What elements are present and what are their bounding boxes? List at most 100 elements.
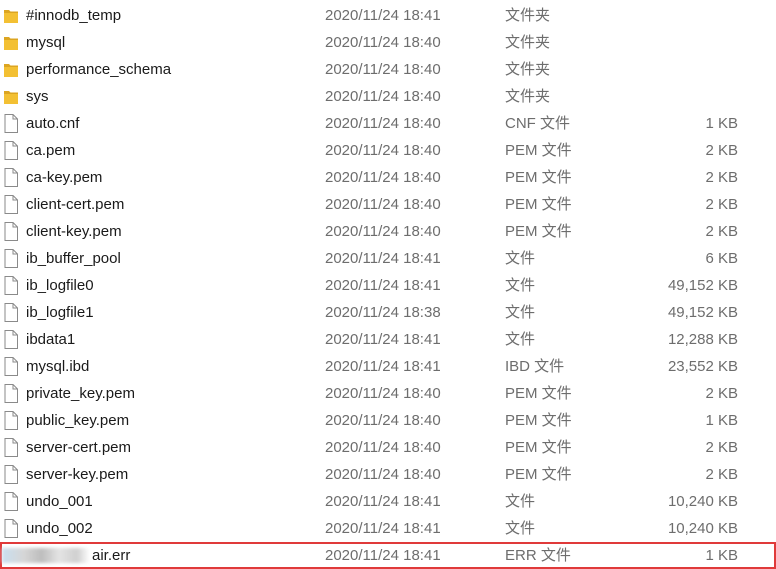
file-type: IBD 文件 (505, 358, 565, 375)
file-row[interactable]: ca.pem 2020/11/24 18:40 PEM 文件 2 KB (0, 137, 776, 164)
file-name: ib_buffer_pool (26, 250, 121, 267)
file-row[interactable]: private_key.pem 2020/11/24 18:40 PEM 文件 … (0, 380, 776, 407)
file-row[interactable]: mysql.ibd 2020/11/24 18:41 IBD 文件 23,552… (0, 353, 776, 380)
file-icon (4, 411, 18, 430)
folder-icon (4, 87, 18, 106)
file-size: 1 KB (705, 412, 738, 429)
file-row[interactable]: ib_logfile1 2020/11/24 18:38 文件 49,152 K… (0, 299, 776, 326)
file-date: 2020/11/24 18:38 (325, 304, 441, 321)
file-name: mysql.ibd (26, 358, 90, 375)
file-size: 6 KB (705, 250, 738, 267)
file-type: CNF 文件 (505, 115, 570, 132)
file-icon (4, 357, 18, 376)
file-row[interactable]: ibdata1 2020/11/24 18:41 文件 12,288 KB (0, 326, 776, 353)
file-size: 2 KB (705, 439, 738, 456)
file-name: server-cert.pem (26, 439, 132, 456)
file-row[interactable]: sys 2020/11/24 18:40 文件夹 (0, 83, 776, 110)
file-date: 2020/11/24 18:41 (325, 277, 441, 294)
file-date: 2020/11/24 18:41 (325, 493, 441, 510)
file-row[interactable]: auto.cnf 2020/11/24 18:40 CNF 文件 1 KB (0, 110, 776, 137)
file-size: 2 KB (705, 223, 738, 240)
file-type: PEM 文件 (505, 169, 572, 186)
file-date: 2020/11/24 18:40 (325, 88, 441, 105)
file-name: public_key.pem (26, 412, 130, 429)
file-name: client-cert.pem (26, 196, 125, 213)
file-date: 2020/11/24 18:41 (325, 7, 441, 24)
file-icon (4, 222, 18, 241)
file-icon (4, 465, 18, 484)
blurred-file-icon (2, 548, 90, 563)
file-date: 2020/11/24 18:40 (325, 466, 441, 483)
file-icon (4, 276, 18, 295)
file-size: 12,288 KB (667, 331, 738, 348)
file-name: mysql (26, 34, 66, 51)
file-size: 49,152 KB (667, 277, 738, 294)
file-type: PEM 文件 (505, 223, 572, 240)
file-size: 2 KB (705, 142, 738, 159)
file-type: 文件夹 (505, 61, 551, 78)
file-size: 10,240 KB (667, 493, 738, 510)
file-type: 文件夹 (505, 88, 551, 105)
file-size: 2 KB (705, 466, 738, 483)
file-type: 文件 (505, 304, 536, 321)
file-row[interactable]: undo_002 2020/11/24 18:41 文件 10,240 KB (0, 515, 776, 542)
file-row[interactable]: ib_logfile0 2020/11/24 18:41 文件 49,152 K… (0, 272, 776, 299)
file-row[interactable]: mysql 2020/11/24 18:40 文件夹 (0, 29, 776, 56)
file-date: 2020/11/24 18:40 (325, 34, 441, 51)
file-list: #innodb_temp 2020/11/24 18:41 文件夹 mysql … (0, 2, 776, 569)
file-date: 2020/11/24 18:41 (325, 547, 441, 564)
file-row[interactable]: server-cert.pem 2020/11/24 18:40 PEM 文件 … (0, 434, 776, 461)
file-row[interactable]: undo_001 2020/11/24 18:41 文件 10,240 KB (0, 488, 776, 515)
file-icon (4, 303, 18, 322)
file-type: 文件夹 (505, 7, 551, 24)
folder-icon (4, 60, 18, 79)
file-date: 2020/11/24 18:41 (325, 250, 441, 267)
file-name: client-key.pem (26, 223, 122, 240)
file-row[interactable]: client-cert.pem 2020/11/24 18:40 PEM 文件 … (0, 191, 776, 218)
folder-icon (4, 33, 18, 52)
file-type: PEM 文件 (505, 466, 572, 483)
file-name: private_key.pem (26, 385, 135, 402)
file-row[interactable]: #innodb_temp 2020/11/24 18:41 文件夹 (0, 2, 776, 29)
file-name: undo_002 (26, 520, 93, 537)
file-date: 2020/11/24 18:41 (325, 358, 441, 375)
file-icon (4, 330, 18, 349)
file-icon (4, 141, 18, 160)
file-date: 2020/11/24 18:40 (325, 439, 441, 456)
file-date: 2020/11/24 18:40 (325, 196, 441, 213)
file-type: PEM 文件 (505, 142, 572, 159)
file-type: 文件 (505, 493, 536, 510)
file-type: 文件 (505, 277, 536, 294)
file-size: 49,152 KB (667, 304, 738, 321)
file-size: 2 KB (705, 196, 738, 213)
file-date: 2020/11/24 18:40 (325, 169, 441, 186)
file-row[interactable]: performance_schema 2020/11/24 18:40 文件夹 (0, 56, 776, 83)
file-date: 2020/11/24 18:40 (325, 385, 441, 402)
file-row[interactable]: server-key.pem 2020/11/24 18:40 PEM 文件 2… (0, 461, 776, 488)
file-size: 1 KB (705, 547, 738, 564)
file-row[interactable]: public_key.pem 2020/11/24 18:40 PEM 文件 1… (0, 407, 776, 434)
file-date: 2020/11/24 18:40 (325, 223, 441, 240)
file-name: ca-key.pem (26, 169, 103, 186)
file-date: 2020/11/24 18:40 (325, 412, 441, 429)
file-icon (4, 249, 18, 268)
file-name: ib_logfile0 (26, 277, 94, 294)
file-name: server-key.pem (26, 466, 129, 483)
file-row-highlighted[interactable]: air.err 2020/11/24 18:41 ERR 文件 1 KB (0, 542, 776, 569)
file-row[interactable]: ib_buffer_pool 2020/11/24 18:41 文件 6 KB (0, 245, 776, 272)
file-type: 文件 (505, 331, 536, 348)
file-type: 文件 (505, 520, 536, 537)
file-type: PEM 文件 (505, 412, 572, 429)
file-name: air.err (92, 547, 131, 564)
file-row[interactable]: client-key.pem 2020/11/24 18:40 PEM 文件 2… (0, 218, 776, 245)
file-icon (4, 438, 18, 457)
file-name: performance_schema (26, 61, 172, 78)
file-name: auto.cnf (26, 115, 80, 132)
file-type: 文件夹 (505, 34, 551, 51)
file-row[interactable]: ca-key.pem 2020/11/24 18:40 PEM 文件 2 KB (0, 164, 776, 191)
file-name: undo_001 (26, 493, 93, 510)
file-date: 2020/11/24 18:40 (325, 115, 441, 132)
file-type: PEM 文件 (505, 439, 572, 456)
file-icon (4, 384, 18, 403)
file-date: 2020/11/24 18:41 (325, 331, 441, 348)
